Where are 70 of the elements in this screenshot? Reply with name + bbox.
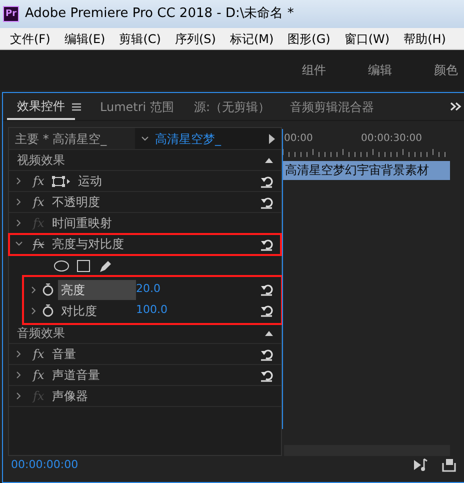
menu-item[interactable]: 文件(F) [3, 28, 58, 49]
fx-toggle[interactable]: fx [33, 345, 44, 363]
reset-icon[interactable] [260, 174, 273, 188]
parameter-name: 亮度 [58, 280, 136, 300]
menu-item[interactable]: 序列(S) [168, 28, 223, 49]
menu-item[interactable]: 编辑(E) [57, 28, 112, 49]
menu-item[interactable]: 图形(G) [280, 28, 338, 49]
menu-item[interactable]: 窗口(W) [337, 28, 397, 49]
window-title: Adobe Premiere Pro CC 2018 - D:\未命名 * [25, 5, 294, 24]
overflow-icon[interactable] [450, 101, 462, 112]
ellipse-mask-icon[interactable] [54, 260, 69, 272]
menu-item[interactable]: 帮助(H) [396, 28, 453, 49]
export-icon[interactable] [442, 458, 456, 472]
stopwatch-icon[interactable] [42, 304, 54, 317]
effect-name: 运动 [78, 173, 102, 190]
workspace-tab[interactable]: 编辑 [368, 61, 392, 79]
menu-item[interactable]: 标记(M) [222, 28, 281, 49]
play-icon[interactable] [269, 134, 275, 144]
collapse-icon[interactable] [265, 330, 273, 336]
parameter-name: 对比度 [60, 302, 98, 320]
fx-toggle[interactable]: fx [33, 172, 44, 190]
expand-icon[interactable] [15, 350, 23, 358]
time-ruler-label: 00:00:30:00 [360, 132, 422, 143]
fx-toggle[interactable]: fx [33, 193, 44, 211]
menu-icon[interactable] [71, 102, 82, 112]
timecode[interactable]: 00:00:00:00 [11, 456, 78, 474]
pen-icon[interactable] [98, 258, 112, 272]
workspace-tab[interactable]: 组件 [302, 61, 326, 79]
effect-name: 声道音量 [52, 367, 100, 384]
effect-name: 亮度与对比度 [52, 236, 124, 253]
panel-tab[interactable]: 效果控件 [7, 93, 75, 120]
menu-item[interactable]: 剪辑(C) [112, 28, 168, 49]
rectangle-mask-icon[interactable] [77, 260, 90, 272]
collapse-icon[interactable] [15, 240, 23, 248]
parameter-value[interactable]: 100.0 [136, 302, 168, 319]
transform-icon[interactable] [52, 174, 70, 188]
effect-name: 声像器 [52, 388, 88, 405]
reset-icon[interactable] [260, 348, 273, 360]
panel-tab[interactable]: Lumetri 范围 [90, 93, 184, 120]
workspace-tab[interactable]: 颜色 [434, 61, 458, 79]
reset-icon[interactable] [260, 283, 273, 296]
reset-icon[interactable] [260, 238, 273, 250]
expand-icon[interactable] [30, 306, 38, 314]
panel-tab[interactable]: 源:（无剪辑） [184, 93, 280, 120]
expand-icon[interactable] [15, 371, 23, 379]
fx-toggle[interactable]: fx [33, 366, 44, 384]
timeline-clip[interactable]: 高清星空梦幻宇宙背景素材 [282, 161, 450, 180]
caret-icon [141, 136, 149, 141]
expand-icon[interactable] [30, 286, 38, 294]
expand-icon[interactable] [15, 219, 23, 227]
play-audio-icon[interactable] [414, 458, 428, 472]
reset-icon[interactable] [260, 196, 273, 208]
effect-name: 音量 [52, 346, 76, 363]
stopwatch-icon[interactable] [42, 283, 54, 296]
reset-icon[interactable] [260, 304, 273, 317]
section-header: 视频效果 [17, 152, 65, 169]
expand-icon[interactable] [15, 392, 23, 400]
fx-toggle[interactable]: fx [33, 235, 44, 253]
collapse-icon[interactable] [265, 158, 273, 162]
parameter-value[interactable]: 20.0 [136, 281, 160, 298]
effect-name: 时间重映射 [52, 215, 112, 232]
app-logo: Pr [3, 6, 19, 22]
master-clip-label: 主要 * 高清星空_ [14, 130, 108, 148]
section-header: 音频效果 [17, 325, 65, 342]
effect-name: 不透明度 [52, 194, 100, 211]
expand-icon[interactable] [15, 198, 23, 206]
expand-icon[interactable] [15, 177, 23, 185]
panel-tab[interactable]: 音频剪辑混合器 [280, 93, 384, 120]
time-ruler-label: 00:00 [284, 132, 313, 143]
reset-icon[interactable] [260, 368, 273, 382]
